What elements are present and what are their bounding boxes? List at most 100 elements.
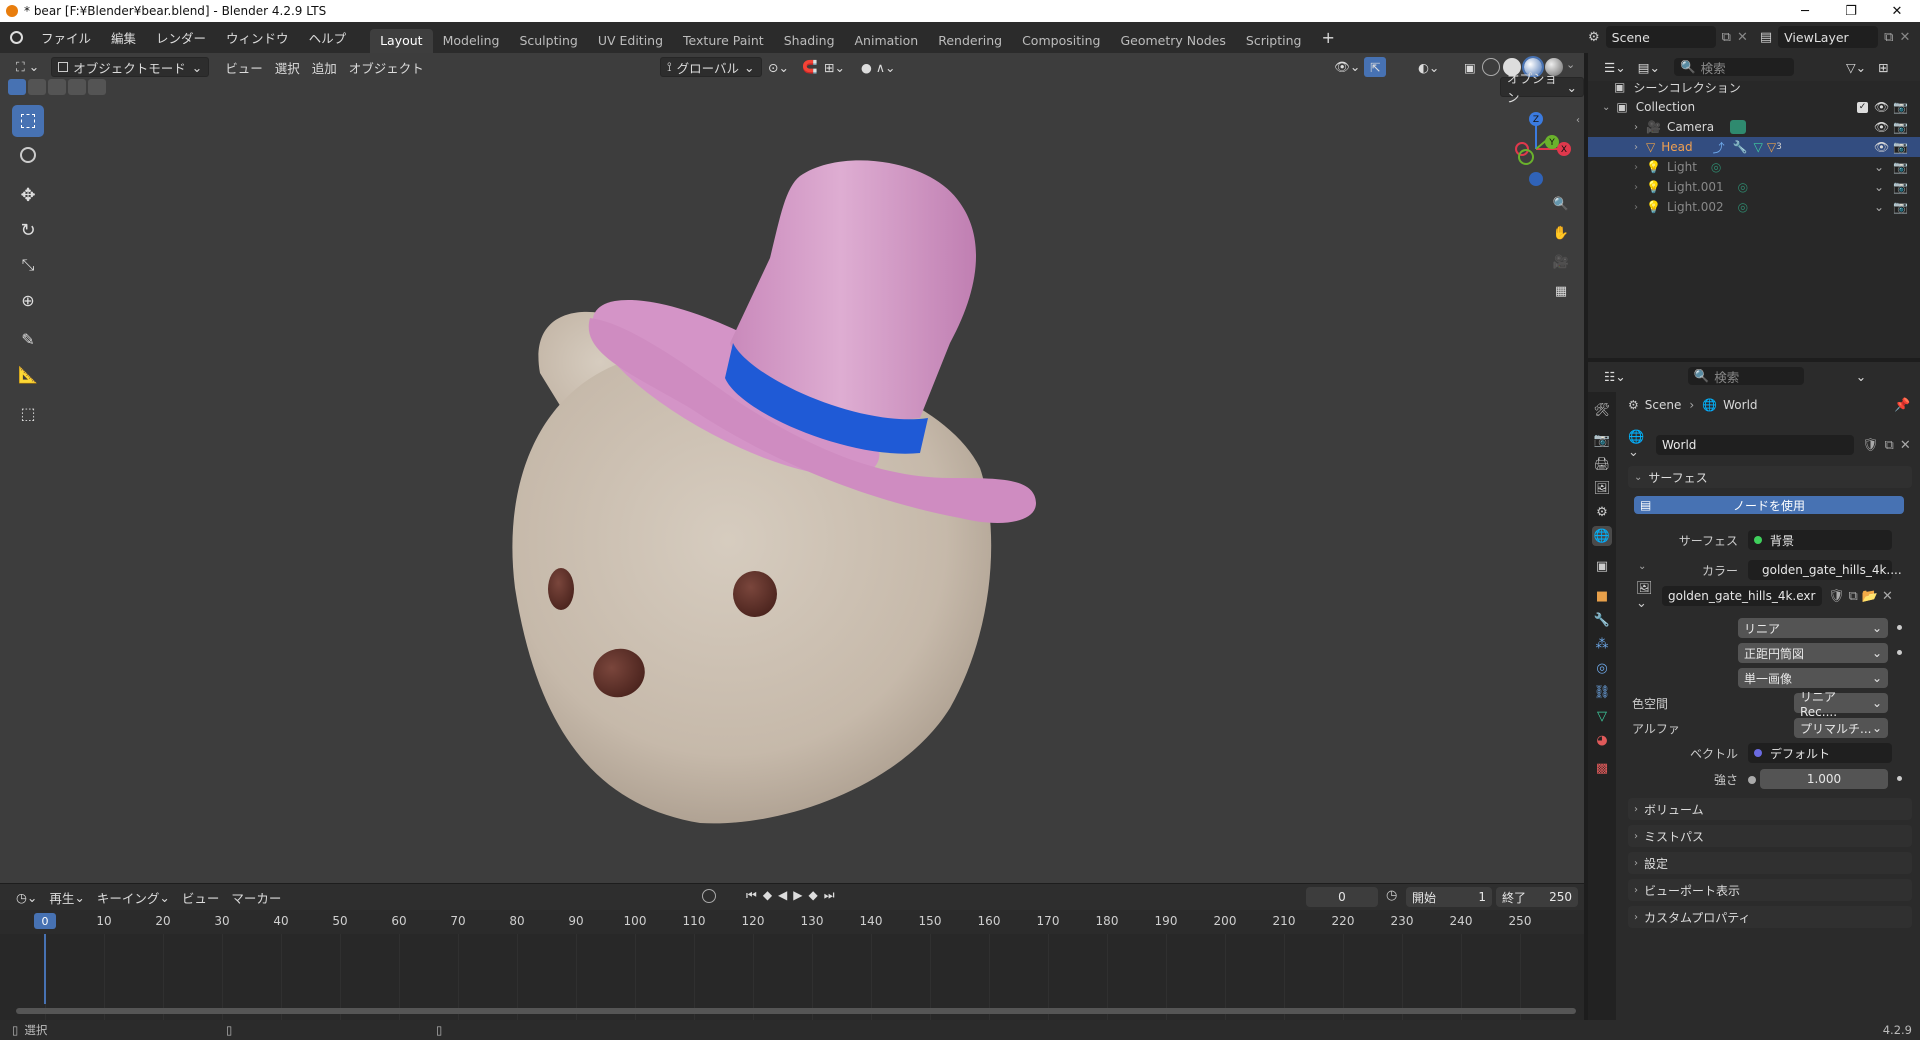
xray-toggle-icon[interactable]: ▣ bbox=[1458, 57, 1482, 77]
properties-search-input[interactable]: 🔍 検索 bbox=[1687, 367, 1804, 385]
timeline-menu-view[interactable]: ビュー bbox=[176, 887, 226, 907]
navigation-gizmo[interactable]: Z X Y bbox=[1496, 109, 1576, 189]
properties-editor-type-icon[interactable]: ☷⌄ bbox=[1598, 366, 1632, 386]
world-browse-icon[interactable]: 🌐⌄ bbox=[1628, 430, 1654, 460]
render-tab-icon[interactable]: 📷 bbox=[1592, 430, 1612, 450]
color-input-field[interactable]: golden_gate_hills_4k.... bbox=[1748, 560, 1902, 580]
tab-shading[interactable]: Shading bbox=[774, 29, 845, 53]
tab-compositing[interactable]: Compositing bbox=[1012, 29, 1110, 53]
texture-tab-icon[interactable]: ▩ bbox=[1592, 758, 1612, 778]
surface-panel-header[interactable]: ⌄ サーフェス bbox=[1628, 466, 1912, 488]
settings-panel-header[interactable]: › 設定 bbox=[1628, 852, 1912, 874]
tab-rendering[interactable]: Rendering bbox=[928, 29, 1012, 53]
interpolation-dropdown[interactable]: リニア ⌄ bbox=[1738, 618, 1888, 638]
tab-uv-editing[interactable]: UV Editing bbox=[588, 29, 673, 53]
next-keyframe-icon[interactable]: ◆ bbox=[809, 888, 818, 903]
timeline-menu-marker[interactable]: マーカー bbox=[225, 887, 287, 907]
play-reverse-icon[interactable]: ◀ bbox=[778, 888, 787, 903]
prev-keyframe-icon[interactable]: ◆ bbox=[763, 888, 772, 903]
select-new-icon[interactable] bbox=[8, 79, 26, 95]
world-datablock-selector[interactable]: 🌐⌄ World 🛡 ⧉ ✕ bbox=[1628, 430, 1912, 460]
editor-type-icon[interactable]: ⛶ ⌄ bbox=[10, 57, 45, 77]
outliner-item-camera[interactable]: › 🎥 Camera 👁 📷 bbox=[1588, 117, 1920, 137]
scene-tab-icon[interactable]: ⚙ bbox=[1592, 502, 1612, 522]
source-dropdown[interactable]: 単一画像 ⌄ bbox=[1738, 668, 1888, 688]
scale-tool-icon[interactable]: ⤡ bbox=[12, 249, 44, 281]
annotate-tool-icon[interactable]: ✎ bbox=[12, 323, 44, 355]
area-separator[interactable] bbox=[1584, 53, 1588, 1020]
cursor-tool-icon[interactable] bbox=[12, 139, 44, 171]
new-view-layer-icon[interactable]: ⧉ bbox=[1884, 30, 1893, 45]
outliner-item-light-002[interactable]: › 💡 Light.002 ◎ ⌄ 📷 bbox=[1588, 197, 1920, 217]
tab-layout[interactable]: Layout bbox=[370, 28, 433, 53]
menu-window[interactable]: ウィンドウ bbox=[216, 22, 299, 53]
mode-selector[interactable]: オブジェクトモード ⌄ bbox=[51, 57, 210, 77]
output-tab-icon[interactable]: 🖨 bbox=[1592, 454, 1612, 474]
image-open-icon[interactable]: 📂 bbox=[1862, 589, 1878, 604]
eye-icon[interactable]: 👁 bbox=[1874, 100, 1889, 114]
world-name-field[interactable]: World bbox=[1656, 435, 1854, 455]
transform-orientation-selector[interactable]: ⟟ グローバル ⌄ bbox=[660, 57, 762, 77]
tab-geometry-nodes[interactable]: Geometry Nodes bbox=[1110, 29, 1235, 53]
play-icon[interactable]: ▶ bbox=[793, 888, 802, 903]
filter-icon[interactable]: ▽⌄ bbox=[1840, 57, 1872, 77]
camera-render-icon[interactable]: 📷 bbox=[1893, 100, 1908, 114]
tab-scripting[interactable]: Scripting bbox=[1236, 29, 1312, 53]
camera-render-icon[interactable]: 📷 bbox=[1893, 120, 1908, 134]
mist-pass-panel-header[interactable]: › ミストパス bbox=[1628, 825, 1912, 847]
collection-checkbox-icon[interactable]: ✓ bbox=[1857, 101, 1868, 113]
camera-view-icon[interactable]: 🎥 bbox=[1548, 249, 1574, 275]
frame-ruler[interactable]: 0 10 20 30 40 50 60 70 80 90 100 110 120 130 140 150 160… bbox=[0, 910, 1584, 934]
zoom-icon[interactable]: 🔍 bbox=[1548, 191, 1574, 217]
viewport-menu-add[interactable]: 追加 bbox=[306, 57, 343, 77]
timeline-menu-playback[interactable]: 再生 ⌄ bbox=[43, 887, 91, 907]
particles-tab-icon[interactable]: ⁂ bbox=[1592, 634, 1612, 654]
jump-start-icon[interactable]: ⏮ bbox=[746, 888, 757, 903]
select-subtract-icon[interactable] bbox=[48, 79, 66, 95]
tab-animation[interactable]: Animation bbox=[845, 29, 929, 53]
pin-icon[interactable]: 📌 bbox=[1894, 398, 1910, 413]
duplicate-icon[interactable]: ⧉ bbox=[1885, 438, 1894, 453]
overlay-toggle-icon[interactable]: ◐⌄ bbox=[1412, 57, 1445, 77]
options-dropdown[interactable]: オプション ⌄ bbox=[1500, 71, 1584, 105]
strength-field[interactable]: 1.000 bbox=[1760, 769, 1888, 789]
menu-edit[interactable]: 編集 bbox=[101, 22, 146, 53]
view-layer-tab-icon[interactable]: 🖼 bbox=[1592, 478, 1612, 498]
rotate-tool-icon[interactable]: ↻ bbox=[12, 214, 44, 246]
end-frame-field[interactable]: 終了 250 bbox=[1496, 887, 1578, 907]
alpha-dropdown[interactable]: プリマルチ... ⌄ bbox=[1794, 718, 1888, 738]
world-tab-icon[interactable]: 🌐 bbox=[1592, 526, 1612, 546]
add-cube-tool-icon[interactable]: ⬚ bbox=[12, 397, 44, 429]
autokey-icon[interactable] bbox=[702, 889, 716, 903]
volume-panel-header[interactable]: › ボリューム bbox=[1628, 798, 1912, 820]
preview-range-icon[interactable]: ◷ bbox=[1386, 888, 1397, 903]
timeline-editor-type-icon[interactable]: ◷⌄ bbox=[10, 887, 43, 907]
playhead[interactable] bbox=[44, 934, 46, 1004]
scene-selector[interactable]: Scene bbox=[1605, 26, 1716, 48]
collection-tab-icon[interactable]: ▣ bbox=[1592, 556, 1612, 576]
unlink-icon[interactable]: ✕ bbox=[1900, 438, 1911, 453]
pivot-point-icon[interactable]: ⊙⌄ bbox=[762, 57, 795, 77]
new-scene-icon[interactable]: ⧉ bbox=[1722, 30, 1731, 45]
pan-hand-icon[interactable]: ✋ bbox=[1548, 220, 1574, 246]
new-collection-icon[interactable]: ⊞ bbox=[1872, 57, 1894, 77]
custom-properties-panel-header[interactable]: › カスタムプロパティ bbox=[1628, 906, 1912, 928]
gizmo-toggle-icon[interactable]: ⇱ bbox=[1364, 57, 1387, 77]
current-frame-field[interactable]: 0 bbox=[1306, 887, 1378, 907]
minimize-button[interactable]: ─ bbox=[1782, 0, 1828, 22]
sidebar-toggle-icon[interactable]: ‹ bbox=[1576, 115, 1580, 126]
select-box-tool-icon[interactable] bbox=[12, 105, 44, 137]
viewport-menu-select[interactable]: 選択 bbox=[269, 57, 306, 77]
menu-file[interactable]: ファイル bbox=[31, 22, 101, 53]
proportional-editing-icon[interactable]: ● ∧⌄ bbox=[855, 57, 902, 77]
viewport-display-panel-header[interactable]: › ビューポート表示 bbox=[1628, 879, 1912, 901]
eye-closed-icon[interactable]: ⌄ bbox=[1874, 180, 1884, 194]
ortho-toggle-icon[interactable]: ▦ bbox=[1548, 278, 1574, 304]
eye-icon[interactable]: 👁 bbox=[1874, 120, 1889, 134]
select-extend-icon[interactable] bbox=[28, 79, 46, 95]
tab-sculpting[interactable]: Sculpting bbox=[509, 29, 587, 53]
move-tool-icon[interactable]: ✥ bbox=[12, 179, 44, 211]
tab-modeling[interactable]: Modeling bbox=[433, 29, 510, 53]
outliner-scene-collection[interactable]: ▣ シーンコレクション bbox=[1588, 77, 1920, 97]
playhead-frame-badge[interactable]: 0 bbox=[34, 913, 56, 929]
